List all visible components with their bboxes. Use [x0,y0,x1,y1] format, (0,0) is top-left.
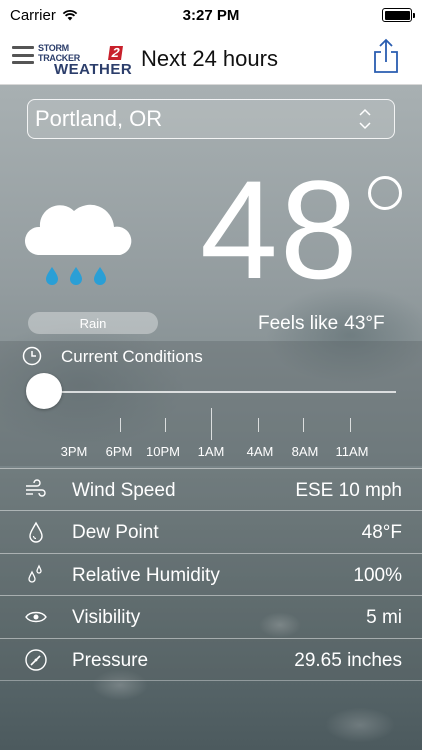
share-icon[interactable] [372,38,400,74]
metric-value: 29.65 inches [294,649,402,671]
current-conditions-label: Current Conditions [61,347,203,366]
carrier-label: Carrier [10,6,56,24]
metric-label: Pressure [72,649,149,671]
metric-value: 5 mi [366,607,402,629]
metric-row: Dew Point 48°F [0,510,422,553]
timeline-tick-label: 3PM [60,444,88,459]
storm-tracker-logo: STORM TRACKER 2 WEATHER [38,43,133,78]
wifi-icon [62,9,78,21]
up-down-chevron-icon [359,108,371,130]
battery-icon [382,8,415,22]
metric-value: 100% [353,564,402,586]
timeline-tick-label: 11AM [335,444,369,459]
status-bar: Carrier 3:27 PM [0,0,422,30]
degree-symbol [368,176,402,210]
metric-row: Relative Humidity 100% [0,552,422,596]
metric-value: 48°F [361,522,402,544]
timeline-minor-tick [165,418,166,432]
temperature-value: 48 [200,151,360,308]
clock-icon [22,346,42,366]
timeline-tick-label: 4AM [246,444,274,459]
time-slider-track[interactable] [60,391,396,393]
timeline-major-tick [211,408,212,440]
nav-bar: STORM TRACKER 2 WEATHER Next 24 hours [0,30,422,85]
humidity-drops-icon [28,564,42,583]
wind-icon [26,479,46,497]
metric-row: Pressure 29.65 inches [0,637,422,680]
location-selector[interactable]: Portland, OR [27,99,395,139]
feels-like-value: 43°F [344,313,385,334]
metrics-list: Wind Speed ESE 10 mph Dew Point 48°F Relativ… [0,468,422,680]
feels-like: Feels like 43°F [258,313,385,335]
timeline-tick-label: 8AM [291,444,319,459]
timeline-minor-tick [303,418,304,432]
droplet-icon [29,521,43,544]
timeline-minor-tick [258,418,259,432]
metric-label: Visibility [72,607,141,629]
metric-row: Wind Speed ESE 10 mph [0,468,422,511]
metric-row: Visibility 5 mi [0,595,422,638]
timeline-minor-tick [350,418,351,432]
time-slider-knob[interactable] [26,373,62,409]
timeline-minor-tick [120,418,121,432]
rain-cloud-icon [24,204,132,285]
barometer-icon [25,648,47,671]
feels-like-label: Feels like [258,313,339,334]
page-title: Next 24 hours [141,46,278,71]
timeline-tick-label: 1AM [197,444,225,459]
timeline-tick-label: 6PM [105,444,133,459]
metrics-divider [0,680,422,681]
location-name: Portland, OR [35,106,163,131]
metric-value: ESE 10 mph [295,480,402,501]
eye-icon [25,611,47,623]
condition-badge: Rain [28,312,158,334]
metric-label: Relative Humidity [72,564,220,586]
metric-label: Dew Point [72,522,159,544]
metric-label: Wind Speed [72,480,176,501]
menu-icon[interactable] [12,46,34,64]
timeline-tick-label: 10PM [146,444,180,459]
